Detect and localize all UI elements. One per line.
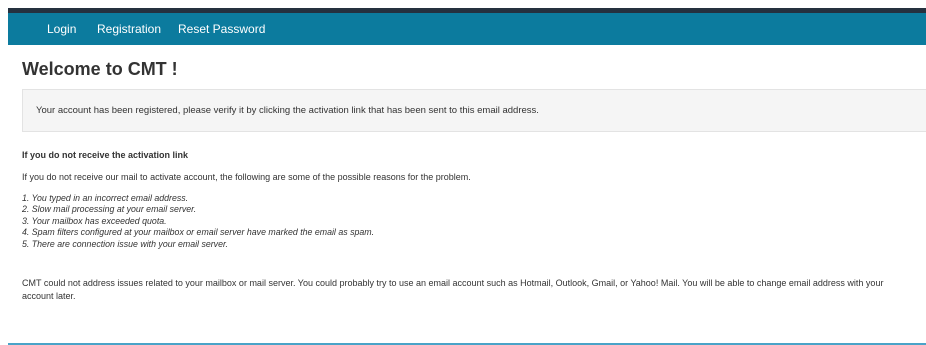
registration-alert: Your account has been registered, please… [22,89,926,132]
reason-item: 5. There are connection issue with your … [22,238,229,249]
page-title: Welcome to CMT ! [22,59,178,79]
help-advice: CMT could not address issues related to … [22,278,884,301]
alert-message: Your account has been registered, please… [36,105,539,116]
navbar: Login Registration Reset Password [8,13,926,45]
help-heading: If you do not receive the activation lin… [22,150,189,160]
nav-reset-password-link[interactable]: Reset Password [178,13,265,45]
reason-item: 2. Slow mail processing at your email se… [22,204,197,215]
nav-login-link[interactable]: Login [47,13,76,45]
reason-item: 4. Spam filters configured at your mailb… [22,227,375,238]
reasons-list: 1. You typed in an incorrect email addre… [22,193,374,250]
reason-item: 3. Your mailbox has exceeded quota. [22,215,167,226]
help-intro: If you do not receive our mail to activa… [22,172,471,182]
reason-item: 1. You typed in an incorrect email addre… [22,193,189,203]
nav-registration-link[interactable]: Registration [97,13,161,45]
